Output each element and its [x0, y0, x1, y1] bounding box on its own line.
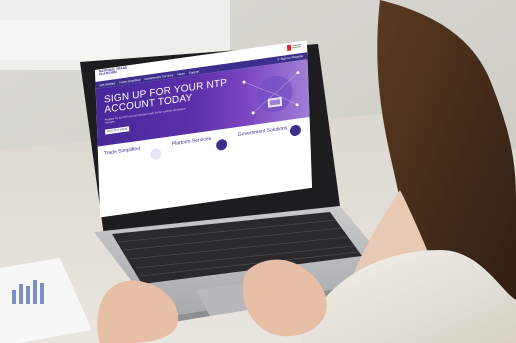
platform-icon — [215, 138, 228, 152]
search-icon[interactable]: ⚲ — [277, 57, 279, 61]
government-logo-icon — [286, 44, 302, 52]
window-pane — [0, 20, 120, 60]
hero-network-graphic — [242, 71, 300, 115]
trade-icon — [150, 147, 162, 161]
site-logo[interactable]: NATIONAL TRADE PLATFORM — [99, 66, 129, 77]
government-icon — [289, 124, 302, 137]
laptop-screen: NATIONAL TRADE PLATFORM Get Started Trad… — [95, 40, 313, 218]
hero-cta-button[interactable]: FIND OUT MORE — [105, 126, 130, 135]
photo-scene: NATIONAL TRADE PLATFORM Get Started Trad… — [0, 0, 516, 343]
nav-item-news[interactable]: News — [177, 71, 185, 76]
